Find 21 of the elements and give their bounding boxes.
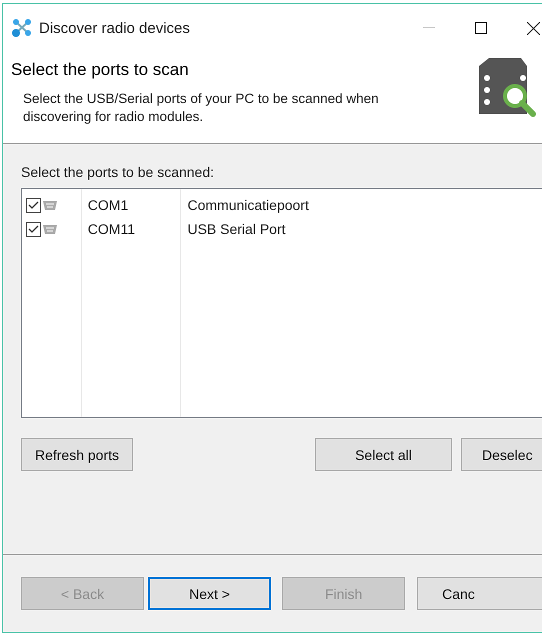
port-checkbox[interactable] [26, 198, 41, 212]
port-description: Communicatiepoort [186, 196, 310, 215]
port-name: COM11 [86, 220, 136, 239]
ports-label: Select the ports to be scanned: [21, 164, 216, 180]
wizard-button[interactable]: Next > [148, 577, 272, 610]
serial-port-icon [43, 200, 57, 210]
select-all-button[interactable]: Select all [315, 438, 452, 471]
port-description: USB Serial Port [186, 220, 287, 239]
port-name: COM1 [86, 196, 130, 215]
maximize-icon[interactable] [475, 22, 487, 34]
serial-port-icon [43, 224, 57, 234]
page-title: Select the ports to scan [11, 60, 190, 80]
port-search-icon [477, 56, 537, 118]
network-icon [11, 18, 33, 38]
close-icon[interactable] [526, 22, 540, 34]
wizard-button[interactable]: Canc [417, 577, 542, 610]
window-title: Discover radio devices [39, 20, 190, 36]
page-description: Select the USB/Serial ports of your PC to be scanned when discovering for radio modules. [23, 90, 380, 126]
deselect-button[interactable]: Deselec [461, 438, 542, 471]
port-checkbox[interactable] [26, 222, 41, 236]
refresh-ports-button[interactable]: Refresh ports [21, 438, 133, 471]
